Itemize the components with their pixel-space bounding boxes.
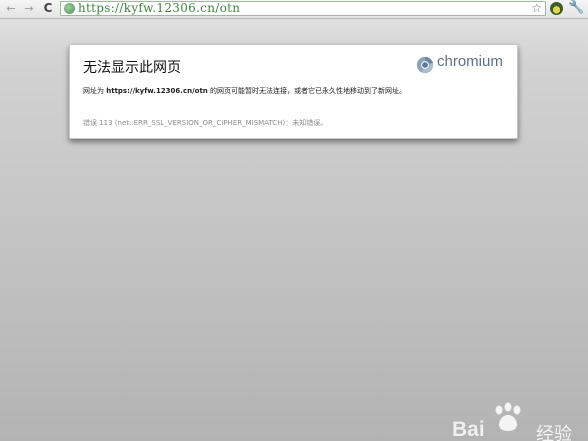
chromium-wordmark: chromium bbox=[437, 53, 503, 70]
wrench-menu-icon[interactable]: 🔧 bbox=[568, 0, 584, 16]
address-bar-url[interactable]: https://kyfw.12306.cn/otn bbox=[78, 1, 240, 16]
back-button[interactable]: ← bbox=[4, 1, 18, 16]
reload-button[interactable]: C bbox=[41, 1, 55, 16]
baidu-watermark: Bai 经验 bbox=[450, 402, 588, 441]
chromium-logo-icon bbox=[416, 56, 434, 74]
forward-button[interactable]: → bbox=[22, 1, 36, 16]
error-code: 错误 113 (net::ERR_SSL_VERSION_OR_CIPHER_M… bbox=[83, 119, 328, 127]
watermark-suffix: 经验 bbox=[536, 424, 572, 441]
browser-toolbar: ← → C https://kyfw.12306.cn/otn ☆ 🔧 bbox=[0, 0, 588, 19]
error-description: 网址为 https://kyfw.12306.cn/otn 的网页可能暂时无法连… bbox=[83, 86, 406, 96]
error-title: 无法显示此网页 bbox=[83, 60, 181, 76]
extension-icon[interactable] bbox=[550, 2, 563, 15]
error-card: 无法显示此网页 chromium 网址为 https://kyfw.12306.… bbox=[69, 44, 518, 139]
globe-icon bbox=[64, 3, 75, 14]
watermark-text: Bai bbox=[452, 418, 485, 441]
browser-window: ← → C https://kyfw.12306.cn/otn ☆ 🔧 无法显示… bbox=[0, 0, 588, 441]
address-bar[interactable]: https://kyfw.12306.cn/otn ☆ bbox=[60, 1, 546, 16]
error-description-url: https://kyfw.12306.cn/otn bbox=[106, 87, 208, 95]
error-description-suffix: 的网页可能暂时无法连接，或者它已永久性地移动到了新网址。 bbox=[207, 87, 407, 95]
bookmark-star-icon[interactable]: ☆ bbox=[531, 1, 542, 16]
paw-icon bbox=[495, 402, 521, 431]
error-description-prefix: 网址为 bbox=[83, 87, 107, 95]
